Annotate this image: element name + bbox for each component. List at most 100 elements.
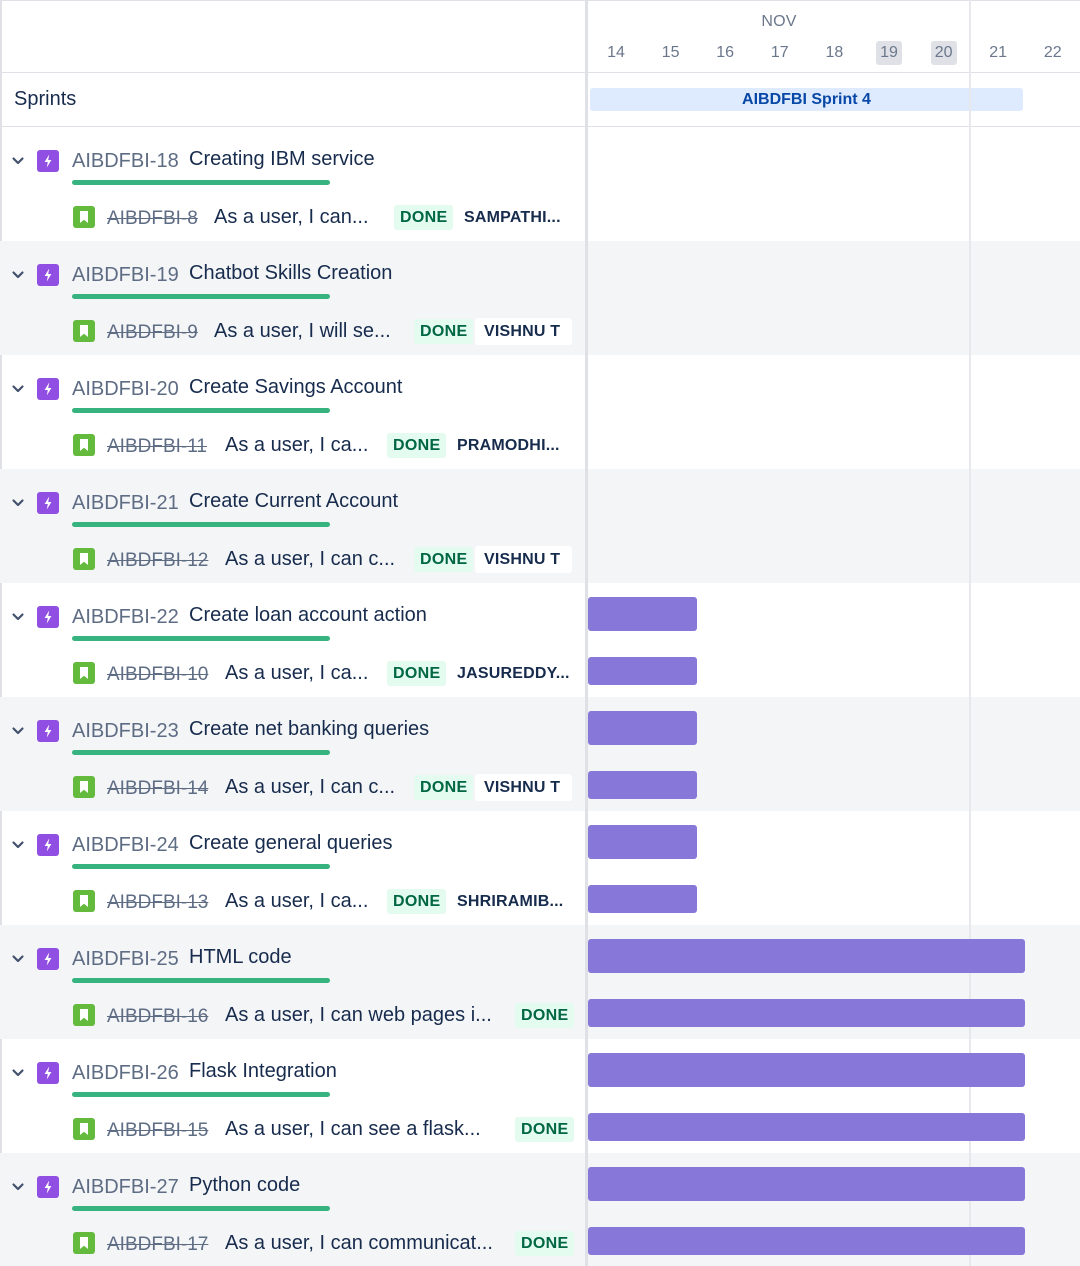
timeline-header: NOV 14 15 16 17 18 19 20 21 22 [586,0,1080,73]
epic-title[interactable]: Create Current Account [189,490,398,513]
story-bookmark-icon [73,890,95,912]
chevron-down-icon[interactable] [10,837,26,853]
assignee-label[interactable]: SAMPATHI... [455,204,572,231]
pane-resize-handle[interactable] [585,0,588,1266]
epic-timeline-bar[interactable] [588,597,697,631]
status-badge[interactable]: DONE [414,547,474,572]
story-summary[interactable]: As a user, I ca... [225,662,377,685]
epic-timeline-bar[interactable] [588,711,697,745]
story-key[interactable]: AIBDFBI-9 [107,322,198,344]
epic-title[interactable]: HTML code [189,946,292,969]
assignee-label[interactable]: VISHNU T [475,546,572,573]
sprint-lane: AIBDFBI Sprint 4 [586,73,1080,127]
epic-progress-bar [72,1092,330,1097]
story-bookmark-icon [73,662,95,684]
story-summary[interactable]: As a user, I ca... [225,890,377,913]
epic-progress-bar [72,978,330,983]
sprints-label: Sprints [14,88,77,110]
epic-progress-bar [72,522,330,527]
story-timeline-bar[interactable] [588,999,1025,1027]
story-timeline-bar[interactable] [588,657,697,685]
status-badge[interactable]: DONE [394,205,454,230]
status-badge[interactable]: DONE [387,661,447,686]
story-key[interactable]: AIBDFBI-11 [107,436,207,458]
epic-title[interactable]: Create general queries [189,832,392,855]
chevron-down-icon[interactable] [10,609,26,625]
status-badge[interactable]: DONE [387,889,447,914]
chevron-down-icon[interactable] [10,153,26,169]
epic-group: AIBDFBI-19 Chatbot Skills Creation AIBDFBI… [0,241,1080,355]
story-summary[interactable]: As a user, I can web pages i... [225,1004,507,1027]
assignee-label[interactable]: PRAMODHI... [448,432,572,459]
story-timeline-bar[interactable] [588,1113,1025,1141]
epic-key[interactable]: AIBDFBI-21 [72,492,179,515]
epic-key[interactable]: AIBDFBI-24 [72,834,179,857]
status-badge[interactable]: DONE [414,775,474,800]
story-bookmark-icon [73,1232,95,1254]
chevron-down-icon[interactable] [10,495,26,511]
chevron-down-icon[interactable] [10,951,26,967]
epic-key[interactable]: AIBDFBI-27 [72,1176,179,1199]
story-summary[interactable]: As a user, I ca... [225,434,377,457]
story-key[interactable]: AIBDFBI-13 [107,892,208,914]
story-key[interactable]: AIBDFBI-12 [107,550,208,572]
epic-lightning-icon [37,264,59,286]
story-key[interactable]: AIBDFBI-10 [107,664,208,686]
chevron-down-icon[interactable] [10,1065,26,1081]
status-badge[interactable]: DONE [387,433,447,458]
status-badge[interactable]: DONE [515,1117,575,1142]
epic-timeline-bar[interactable] [588,1167,1025,1201]
chevron-down-icon[interactable] [10,381,26,397]
epic-key[interactable]: AIBDFBI-20 [72,378,179,401]
epic-key[interactable]: AIBDFBI-25 [72,948,179,971]
epic-group: AIBDFBI-22 Create loan account action AIBD… [0,583,1080,697]
assignee-label[interactable]: JASUREDDY... [448,660,572,687]
story-timeline-bar[interactable] [588,771,697,799]
chevron-down-icon[interactable] [10,723,26,739]
epic-timeline-bar[interactable] [588,1053,1025,1087]
chevron-down-icon[interactable] [10,267,26,283]
assignee-label[interactable]: VISHNU T [475,318,572,345]
story-timeline-bar[interactable] [588,1227,1025,1255]
story-summary[interactable]: As a user, I can c... [225,548,405,571]
epic-timeline-bar[interactable] [588,939,1025,973]
epic-key[interactable]: AIBDFBI-26 [72,1062,179,1085]
story-key[interactable]: AIBDFBI-8 [107,208,198,230]
day-label-20: 20 [930,41,957,65]
status-badge[interactable]: DONE [414,319,474,344]
epic-title[interactable]: Chatbot Skills Creation [189,262,392,285]
list-header [2,0,588,73]
status-badge[interactable]: DONE [515,1231,575,1256]
epic-title[interactable]: Creating IBM service [189,148,375,171]
epic-key[interactable]: AIBDFBI-23 [72,720,179,743]
epic-title[interactable]: Create loan account action [189,604,427,627]
story-timeline-bar[interactable] [588,885,697,913]
epic-title[interactable]: Create net banking queries [189,718,429,741]
epic-key[interactable]: AIBDFBI-22 [72,606,179,629]
story-summary[interactable]: As a user, I can... [214,206,379,229]
epic-title[interactable]: Python code [189,1174,300,1197]
story-summary[interactable]: As a user, I can see a flask... [225,1118,495,1141]
story-key[interactable]: AIBDFBI-14 [107,778,208,800]
story-key[interactable]: AIBDFBI-16 [107,1006,208,1028]
epic-title[interactable]: Flask Integration [189,1060,337,1083]
story-key[interactable]: AIBDFBI-15 [107,1120,208,1142]
story-summary[interactable]: As a user, I will se... [214,320,402,343]
timeline-view: Sprints NOV 14 15 16 17 18 19 20 21 22 AIBDFBI S… [0,0,1080,1266]
epic-title[interactable]: Create Savings Account [189,376,402,399]
epic-timeline-bar[interactable] [588,825,697,859]
epic-progress-bar [72,636,330,641]
day-label-19: 19 [876,41,902,65]
status-badge[interactable]: DONE [515,1003,575,1028]
sprint-bar[interactable]: AIBDFBI Sprint 4 [590,88,1023,111]
assignee-label[interactable]: SHRIRAMIB... [448,888,572,915]
story-bookmark-icon [73,1118,95,1140]
epic-key[interactable]: AIBDFBI-18 [72,150,179,173]
assignee-label[interactable]: VISHNU T [475,774,572,801]
epic-group: AIBDFBI-20 Create Savings Account AIBDFBI-… [0,355,1080,469]
chevron-down-icon[interactable] [10,1179,26,1195]
epic-key[interactable]: AIBDFBI-19 [72,264,179,287]
story-key[interactable]: AIBDFBI-17 [107,1234,208,1256]
story-summary[interactable]: As a user, I can c... [225,776,405,799]
story-summary[interactable]: As a user, I can communicat... [225,1232,507,1255]
